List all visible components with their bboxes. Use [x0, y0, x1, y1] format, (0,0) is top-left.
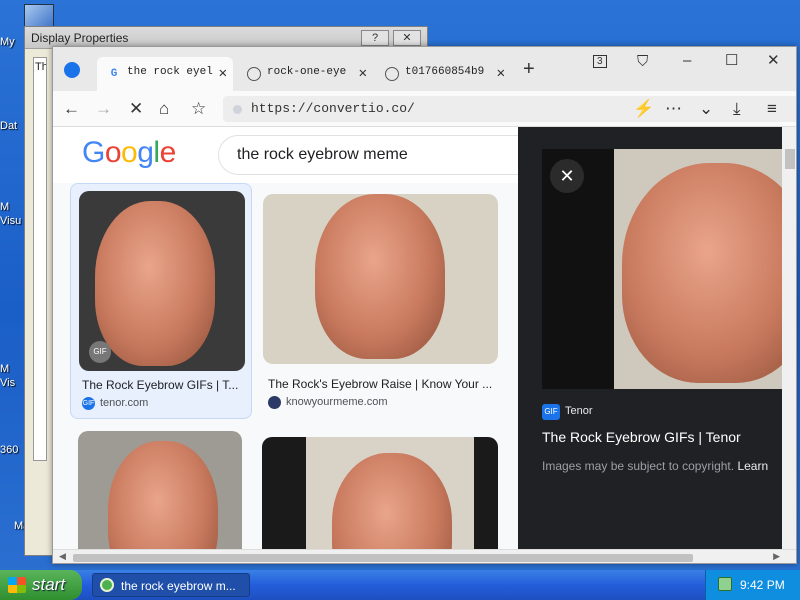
browser-menu-icon[interactable] — [64, 62, 80, 78]
scroll-right-icon[interactable]: ▶ — [773, 551, 780, 562]
tab-rock-one-eye[interactable]: rock-one-eye ✕ — [237, 57, 373, 91]
browser-window: G the rock eyel ✕ rock-one-eye ✕ t017660… — [52, 46, 797, 564]
network-icon[interactable] — [718, 577, 732, 591]
face-image — [95, 201, 215, 366]
desktop-icon-label: 360 — [0, 444, 19, 456]
bookmarks-icon[interactable]: ☆ — [191, 99, 206, 119]
preview-title[interactable]: The Rock Eyebrow GIFs | Tenor — [542, 429, 741, 445]
close-tab-icon[interactable]: ✕ — [355, 65, 367, 82]
image-results: GIF The Rock Eyebrow GIFs | T... GIF ten… — [53, 183, 518, 561]
scrollbar-thumb[interactable] — [73, 554, 693, 562]
minimize-icon[interactable]: – — [683, 52, 691, 69]
logo-letter: o — [121, 136, 138, 169]
window-title: Display Properties — [31, 31, 129, 45]
face-image — [622, 163, 796, 383]
close-button[interactable]: ✕ — [393, 30, 421, 46]
address-bar-row: ← → ✕ ⌂ ☆ https://convertio.co/ ⚡ ⋯ ⌄ ⤓ … — [53, 91, 796, 127]
desktop-icon-label: M Vis — [0, 363, 16, 389]
google-logo[interactable]: Google — [82, 136, 176, 170]
tab-label: the rock eyel — [127, 66, 213, 78]
taskbar-item-browser[interactable]: the rock eyebrow m... — [92, 573, 250, 597]
shirt-icon[interactable]: ⛉ — [637, 53, 648, 70]
clock[interactable]: 9:42 PM — [740, 578, 785, 592]
preview-source[interactable]: Tenor — [565, 405, 593, 417]
desktop-icon-360[interactable]: 360 — [0, 444, 18, 456]
globe-icon — [385, 67, 399, 81]
tenor-site-icon: GIF — [82, 397, 95, 410]
result-thumbnail[interactable]: GIF — [79, 191, 245, 371]
image-result-card[interactable]: The Rock's Eyebrow Raise | Know Your ...… — [263, 183, 503, 419]
copyright-note: Images may be subject to copyright. Lear… — [542, 459, 768, 473]
chevron-down-icon[interactable]: ⌄ — [699, 99, 713, 119]
logo-letter: e — [159, 136, 177, 169]
forward-icon[interactable]: → — [95, 99, 112, 119]
result-site[interactable]: tenor.com — [100, 397, 148, 409]
menu-icon[interactable]: ≡ — [767, 99, 777, 119]
logo-letter: o — [104, 136, 122, 169]
scrollbar-thumb[interactable] — [785, 149, 795, 169]
more-icon[interactable]: ⋯ — [665, 99, 682, 119]
tab-t017660854b9[interactable]: t017660854b9 ✕ — [375, 57, 511, 91]
scroll-left-icon[interactable]: ◀ — [59, 551, 66, 562]
google-icon: G — [110, 68, 118, 80]
globe-icon — [247, 67, 261, 81]
copyright-text: Images may be subject to copyright. — [542, 459, 735, 473]
site-info-icon[interactable] — [233, 105, 242, 114]
gif-badge-icon: GIF — [89, 341, 111, 363]
maximize-icon[interactable]: ☐ — [725, 51, 738, 69]
logo-letter: G — [82, 136, 105, 169]
desktop-icon-label: M Visu — [0, 201, 22, 227]
help-button[interactable]: ? — [361, 30, 389, 46]
display-properties-panel: Th — [33, 57, 47, 461]
computer-icon — [24, 4, 54, 28]
tab-count-badge[interactable]: 3 — [593, 55, 607, 68]
learn-more-link[interactable]: Learn — [737, 459, 768, 473]
result-thumbnail[interactable] — [262, 437, 498, 561]
desktop-icon-label: Dat — [0, 120, 18, 132]
close-preview-icon[interactable]: ✕ — [550, 159, 584, 193]
desktop-icon-visual-2[interactable]: M Vis — [0, 362, 15, 390]
start-label: start — [32, 575, 66, 594]
close-tab-icon[interactable]: ✕ — [493, 65, 505, 82]
start-button[interactable]: start — [0, 570, 82, 600]
preview-image[interactable]: ✕ — [542, 149, 796, 389]
knowyourmeme-site-icon — [268, 396, 281, 409]
face-image — [108, 441, 218, 561]
face-image — [315, 194, 445, 359]
desktop-icon-data[interactable]: Dat — [0, 120, 17, 132]
lightning-icon[interactable]: ⚡ — [633, 99, 654, 119]
web-page: Google the rock eyebrow meme GIF The Roc… — [53, 127, 796, 563]
desktop-icon-visual-1[interactable]: M Visu — [0, 200, 21, 228]
image-preview-panel: ✕ GIF Tenor The Rock Eyebrow GIFs | Teno… — [518, 127, 796, 549]
home-icon[interactable]: ⌂ — [159, 99, 169, 119]
download-icon[interactable]: ⤓ — [733, 99, 741, 119]
result-site[interactable]: knowyourmeme.com — [286, 396, 387, 408]
stop-icon[interactable]: ✕ — [129, 99, 143, 119]
back-icon[interactable]: ← — [63, 99, 80, 119]
new-tab-icon[interactable]: + — [523, 58, 535, 81]
panel-text: Th — [35, 61, 47, 73]
close-tab-icon[interactable]: ✕ — [215, 65, 227, 82]
result-thumbnail[interactable] — [78, 431, 242, 561]
horizontal-scrollbar[interactable]: ◀ ▶ — [53, 549, 796, 563]
tab-label: rock-one-eye — [267, 66, 347, 78]
windows-logo-icon — [8, 577, 26, 593]
result-title[interactable]: The Rock's Eyebrow Raise | Know Your ... — [268, 377, 498, 391]
tab-the-rock-eyebrow[interactable]: G the rock eyel ✕ — [97, 57, 233, 91]
taskbar: start the rock eyebrow m... 9:42 PM — [0, 570, 800, 600]
search-query: the rock eyebrow meme — [237, 146, 408, 163]
taskbar-item-label: the rock eyebrow m... — [121, 579, 236, 593]
tenor-source-icon: GIF — [542, 404, 560, 420]
tab-bar: G the rock eyel ✕ rock-one-eye ✕ t017660… — [53, 47, 796, 91]
vertical-scrollbar[interactable] — [782, 127, 796, 549]
image-result-card[interactable]: GIF The Rock Eyebrow GIFs | T... GIF ten… — [70, 183, 252, 419]
tab-label: t017660854b9 — [405, 66, 485, 78]
system-tray: 9:42 PM — [705, 570, 800, 600]
result-title[interactable]: The Rock Eyebrow GIFs | T... — [82, 378, 242, 392]
logo-letter: g — [137, 136, 154, 169]
result-thumbnail[interactable] — [263, 194, 498, 364]
address-text: https://convertio.co/ — [251, 101, 415, 116]
browser-app-icon — [100, 578, 114, 592]
close-window-icon[interactable]: ✕ — [767, 51, 780, 69]
